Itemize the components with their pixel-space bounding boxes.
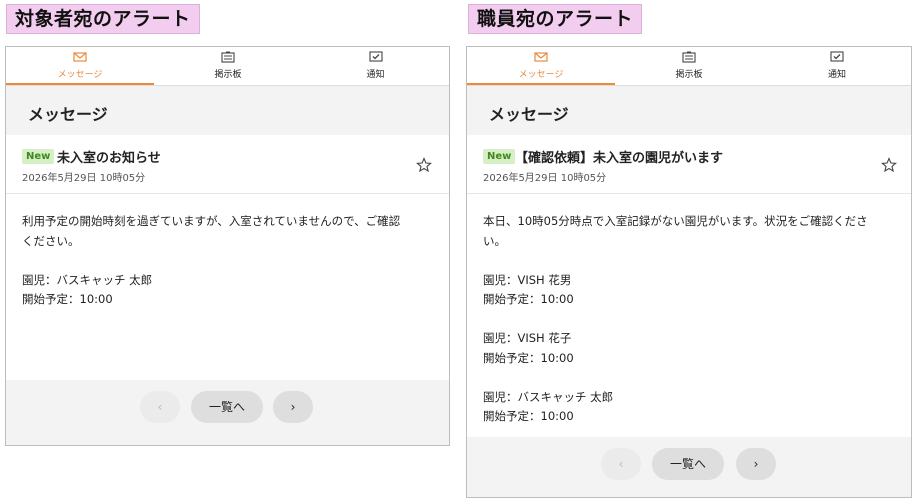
- notification-icon: [368, 51, 383, 62]
- tab-message[interactable]: メッセージ: [467, 47, 615, 85]
- tab-bulletin-board[interactable]: 掲示板: [615, 47, 763, 85]
- page-title: メッセージ: [489, 105, 569, 124]
- notification-icon: [830, 51, 844, 62]
- tab-bulletin-board-label: 掲示板: [214, 70, 242, 80]
- tab-message-label: メッセージ: [57, 70, 103, 80]
- tab-bar: メッセージ 掲示板 通知: [6, 47, 449, 86]
- page-title: メッセージ: [28, 105, 108, 124]
- tab-bar: メッセージ 掲示板 通知: [467, 47, 911, 86]
- message-date: 2026年5月29日 10時05分: [22, 173, 146, 184]
- new-badge: New: [22, 149, 55, 164]
- next-button[interactable]: ›: [273, 391, 313, 423]
- message-subject: 未入室のお知らせ: [57, 151, 161, 166]
- bulletin-board-icon: [221, 51, 235, 63]
- divider: [467, 193, 911, 194]
- tab-bulletin-board-label: 掲示板: [675, 70, 703, 80]
- envelope-icon: [534, 52, 548, 62]
- tab-bulletin-board[interactable]: 掲示板: [154, 47, 302, 85]
- envelope-icon: [73, 52, 87, 62]
- right-panel-heading: 職員宛のアラート: [468, 4, 643, 34]
- star-icon[interactable]: [416, 157, 432, 173]
- next-button[interactable]: ›: [736, 448, 776, 480]
- tab-notification[interactable]: 通知: [763, 47, 911, 85]
- left-panel-heading: 対象者宛のアラート: [6, 4, 200, 34]
- message-subject: 【確認依頼】未入室の園児がいます: [515, 151, 724, 166]
- tab-notification-label: 通知: [366, 70, 385, 80]
- tab-notification[interactable]: 通知: [302, 47, 449, 85]
- star-icon[interactable]: [881, 157, 897, 173]
- right-phone-screen: メッセージ 掲示板 通知 メッセージ New 【確認依頼】未入室の園児がいます …: [466, 46, 912, 498]
- prev-button[interactable]: ‹: [601, 448, 641, 480]
- prev-button[interactable]: ‹: [140, 391, 180, 423]
- message-body: 本日、10時05分時点で入室記録がない園児がいます。状況をご確認くださ い。 園…: [483, 214, 868, 423]
- tab-message-label: メッセージ: [518, 70, 564, 80]
- new-badge: New: [483, 149, 516, 164]
- tab-message[interactable]: メッセージ: [6, 47, 154, 85]
- message-card: New 未入室のお知らせ 2026年5月29日 10時05分 利用予定の開始時刻…: [6, 135, 449, 380]
- tab-notification-label: 通知: [827, 70, 846, 80]
- message-card: New 【確認依頼】未入室の園児がいます 2026年5月29日 10時05分 本…: [467, 135, 911, 437]
- divider: [6, 193, 449, 194]
- list-button[interactable]: 一覧へ: [191, 391, 263, 423]
- bulletin-board-icon: [682, 51, 696, 63]
- list-button[interactable]: 一覧へ: [652, 448, 724, 480]
- left-phone-screen: メッセージ 掲示板 通知 メッセージ New 未入室のお知らせ 2026年5月2…: [5, 46, 450, 446]
- message-date: 2026年5月29日 10時05分: [483, 173, 607, 184]
- message-body: 利用予定の開始時刻を過ぎていますが、入室されていませんので、ご確認 ください。 …: [22, 214, 401, 306]
